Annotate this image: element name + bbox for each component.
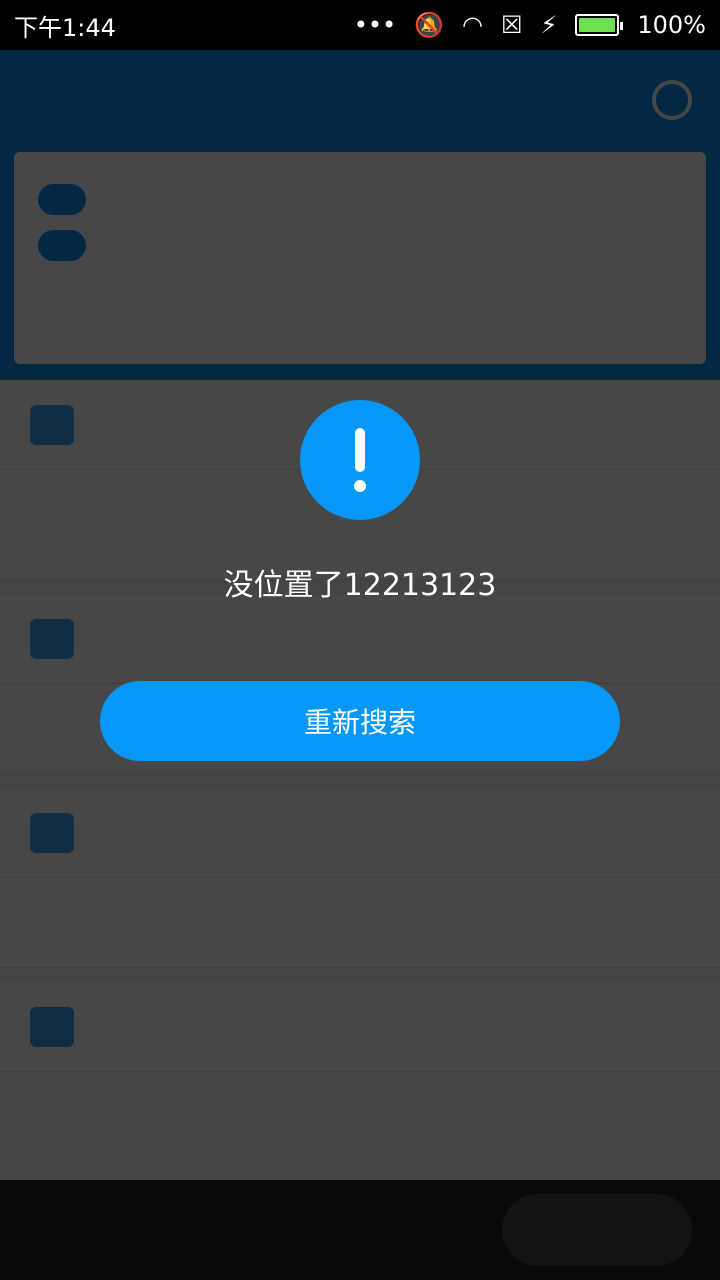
charging-icon: ⚡: [540, 11, 558, 39]
no-sim-icon: ☒: [501, 11, 523, 39]
status-time: 下午1:44: [14, 13, 116, 42]
exclamation-icon: [300, 400, 420, 520]
modal-overlay[interactable]: [0, 50, 720, 1280]
more-dots-icon: •••: [353, 11, 397, 39]
retry-search-button[interactable]: 重新搜索: [100, 681, 620, 761]
battery-icon: [575, 14, 624, 36]
mute-icon: 🔕: [414, 11, 445, 39]
wifi-icon: ◠: [462, 11, 483, 39]
battery-percent: 100%: [637, 11, 706, 39]
status-icons: ••• 🔕 ◠ ☒ ⚡ 100%: [354, 11, 706, 39]
status-bar: 下午1:44 ••• 🔕 ◠ ☒ ⚡ 100%: [0, 0, 720, 50]
alert-message: 没位置了12213123: [223, 568, 497, 603]
